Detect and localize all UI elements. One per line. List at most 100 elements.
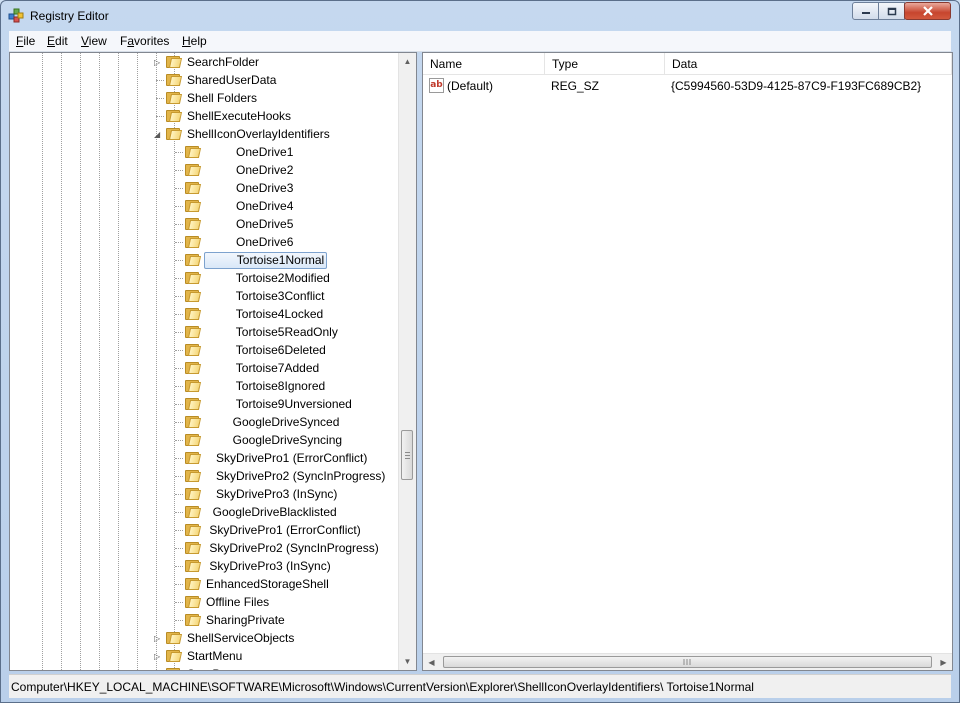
folder-icon: [185, 595, 202, 609]
tree-vertical-scrollbar[interactable]: ▲ ▼: [398, 53, 416, 670]
tree-node[interactable]: ShellExecuteHooks: [10, 108, 400, 126]
folder-icon: [185, 271, 202, 285]
tree-node[interactable]: SkyDrivePro1 (ErrorConflict): [10, 450, 400, 468]
expand-arrow-icon[interactable]: ▷: [154, 670, 163, 671]
maximize-button[interactable]: [878, 2, 905, 20]
tree-node-label: Offline Files: [206, 595, 270, 609]
tree-node[interactable]: Shell Folders: [10, 90, 400, 108]
tree-node[interactable]: GoogleDriveSyncing: [10, 432, 400, 450]
menu-edit[interactable]: Edit: [47, 34, 68, 48]
tree-node[interactable]: SkyDrivePro3 (InSync): [10, 486, 400, 504]
tree-node[interactable]: Tortoise6Deleted: [10, 342, 400, 360]
folder-icon: [166, 631, 183, 645]
tree-node-label: GoogleDriveSynced: [206, 415, 340, 429]
values-horizontal-scrollbar[interactable]: ◀ ▶: [423, 653, 952, 670]
tree-node[interactable]: Tortoise1Normal: [10, 252, 400, 270]
tree-node-label: Tortoise9Unversioned: [206, 397, 352, 411]
folder-icon: [185, 199, 202, 213]
column-header-type[interactable]: Type: [545, 53, 665, 75]
tree-node[interactable]: ▷ StartPage: [10, 666, 400, 671]
status-path: Computer\HKEY_LOCAL_MACHINE\SOFTWARE\Mic…: [11, 680, 754, 694]
tree-node[interactable]: SkyDrivePro1 (ErrorConflict): [10, 522, 400, 540]
minimize-button[interactable]: [852, 2, 879, 20]
tree-node[interactable]: GoogleDriveBlacklisted: [10, 504, 400, 522]
tree-node[interactable]: Tortoise3Conflict: [10, 288, 400, 306]
scroll-right-arrow-icon[interactable]: ▶: [935, 654, 952, 670]
tree-node[interactable]: SkyDrivePro2 (SyncInProgress): [10, 468, 400, 486]
tree-node-label: SkyDrivePro2 (SyncInProgress): [206, 541, 379, 555]
folder-icon: [185, 505, 202, 519]
folder-icon: [185, 145, 202, 159]
menu-file[interactable]: File: [16, 34, 35, 48]
expand-arrow-icon[interactable]: ▷: [154, 652, 163, 661]
tree-connector: [175, 206, 183, 208]
tree-node[interactable]: Tortoise2Modified: [10, 270, 400, 288]
folder-icon: [185, 163, 202, 177]
tree-connector: [175, 602, 183, 604]
menu-help[interactable]: Help: [182, 34, 207, 48]
scroll-down-arrow-icon[interactable]: ▼: [399, 653, 416, 670]
tree-node[interactable]: Tortoise4Locked: [10, 306, 400, 324]
tree-node[interactable]: SharingPrivate: [10, 612, 400, 630]
expand-arrow-icon[interactable]: ▷: [154, 634, 163, 643]
tree-node[interactable]: SkyDrivePro2 (SyncInProgress): [10, 540, 400, 558]
title-bar[interactable]: Registry Editor: [1, 1, 959, 31]
tree-node-label: OneDrive3: [206, 181, 294, 195]
scroll-left-arrow-icon[interactable]: ◀: [423, 654, 440, 670]
tree-node[interactable]: OneDrive4: [10, 198, 400, 216]
tree-node[interactable]: SharedUserData: [10, 72, 400, 90]
tree-connector: [175, 458, 183, 460]
tree-node[interactable]: ◢ ShellIconOverlayIdentifiers: [10, 126, 400, 144]
tree-node-label: GoogleDriveSyncing: [206, 433, 343, 447]
tree-node[interactable]: OneDrive1: [10, 144, 400, 162]
menu-favorites[interactable]: Favorites: [120, 34, 169, 48]
tree-node-label: Tortoise3Conflict: [206, 289, 325, 303]
tree-node[interactable]: ▷ ShellServiceObjects: [10, 630, 400, 648]
tree-node[interactable]: ▷ SearchFolder: [10, 54, 400, 72]
tree-connector: [175, 368, 183, 370]
key-tree-pane[interactable]: ▲ ▼ ▷ SearchFolder SharedUserData Shell Fol…: [9, 52, 417, 671]
tree-node[interactable]: Tortoise5ReadOnly: [10, 324, 400, 342]
tree-node[interactable]: OneDrive5: [10, 216, 400, 234]
tree-connector: [175, 260, 183, 262]
tree-node[interactable]: SkyDrivePro3 (InSync): [10, 558, 400, 576]
folder-icon: [166, 127, 183, 141]
tree-node[interactable]: OneDrive6: [10, 234, 400, 252]
tree-node[interactable]: EnhancedStorageShell: [10, 576, 400, 594]
value-row[interactable]: ab (Default) REG_SZ {C5994560-53D9-4125-…: [423, 77, 952, 95]
scroll-up-arrow-icon[interactable]: ▲: [399, 53, 416, 70]
tree-node-label: Tortoise6Deleted: [206, 343, 326, 357]
folder-icon: [185, 379, 202, 393]
tree-node[interactable]: OneDrive2: [10, 162, 400, 180]
collapse-arrow-icon[interactable]: ◢: [154, 130, 163, 139]
values-scroll-thumb[interactable]: [443, 656, 932, 668]
tree-node[interactable]: ▷ StartMenu: [10, 648, 400, 666]
tree-node-label: OneDrive6: [206, 235, 294, 249]
values-list-pane[interactable]: Name Type Data ab (Default) REG_SZ {C599…: [422, 52, 953, 671]
tree-node[interactable]: Offline Files: [10, 594, 400, 612]
tree-node[interactable]: OneDrive3: [10, 180, 400, 198]
tree-connector: [175, 530, 183, 532]
tree-node[interactable]: Tortoise9Unversioned: [10, 396, 400, 414]
tree-node-label: GoogleDriveBlacklisted: [206, 505, 337, 519]
folder-icon: [185, 361, 202, 375]
close-button[interactable]: [904, 2, 951, 20]
column-header-name[interactable]: Name: [423, 53, 545, 75]
value-name: (Default): [447, 79, 494, 93]
value-type: REG_SZ: [551, 79, 600, 93]
expand-arrow-icon[interactable]: ▷: [154, 58, 163, 67]
folder-icon: [185, 235, 202, 249]
tree-connector: [175, 386, 183, 388]
folder-icon: [185, 181, 202, 195]
close-icon: [905, 3, 950, 19]
tree-connector: [175, 314, 183, 316]
menu-view[interactable]: View: [81, 34, 107, 48]
tree-node[interactable]: Tortoise7Added: [10, 360, 400, 378]
folder-icon: [185, 613, 202, 627]
tree-node[interactable]: GoogleDriveSynced: [10, 414, 400, 432]
tree-node[interactable]: Tortoise8Ignored: [10, 378, 400, 396]
tree-connector: [175, 188, 183, 190]
tree-scroll-thumb[interactable]: [401, 430, 413, 480]
tree-connector: [156, 116, 164, 118]
column-header-data[interactable]: Data: [665, 53, 952, 75]
